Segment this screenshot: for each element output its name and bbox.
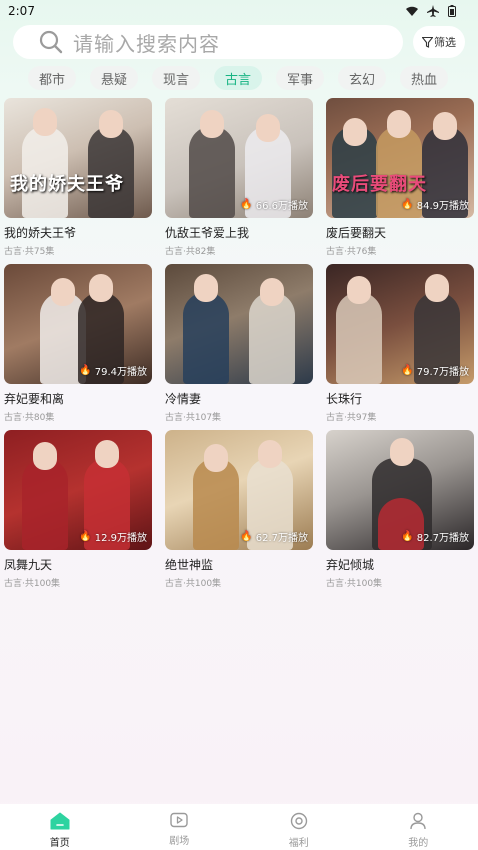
drama-meta: 古言·共100集 xyxy=(326,579,383,589)
play-count: 🔥 82.7万播放 xyxy=(401,531,469,544)
drama-poster[interactable]: 🔥 12.9万播放 xyxy=(4,430,152,550)
category-chip[interactable]: 热血 xyxy=(400,66,448,90)
tab-label: 福利 xyxy=(288,838,309,849)
drama-card[interactable]: 🔥 79.7万播放 长珠行 古言·共97集 xyxy=(326,264,474,423)
drama-meta: 古言·共100集 xyxy=(165,579,222,589)
filter-button[interactable]: 筛选 xyxy=(413,26,465,58)
drama-card[interactable]: 🔥 12.9万播放 凤舞九天 古言·共100集 xyxy=(4,430,152,589)
tab-profile[interactable]: 我的 xyxy=(359,804,478,850)
drama-title: 弃妃倾城 xyxy=(326,558,375,572)
welfare-icon xyxy=(290,812,307,830)
drama-card[interactable]: 废后要翻天 🔥 84.9万播放 废后要翻天 古言·共76集 xyxy=(326,98,474,257)
bottom-tab-bar: 首页 剧场 福利 我的 xyxy=(0,804,478,850)
drama-card[interactable]: 🔥 79.4万播放 弃妃要和离 古言·共80集 xyxy=(4,264,152,423)
drama-meta: 古言·共107集 xyxy=(165,413,222,423)
airplane-icon xyxy=(427,5,439,17)
status-bar: 2:07 xyxy=(0,0,478,22)
flame-icon: 🔥 xyxy=(240,199,253,210)
drama-card[interactable]: 🔥 66.6万播放 仇敌王爷爱上我 古言·共82集 xyxy=(165,98,313,257)
drama-meta: 古言·共100集 xyxy=(4,579,61,589)
flame-icon: 🔥 xyxy=(401,365,414,376)
tab-home[interactable]: 首页 xyxy=(0,804,120,850)
category-chip[interactable]: 都市 xyxy=(28,66,76,90)
tab-welfare[interactable]: 福利 xyxy=(239,804,359,850)
drama-meta: 古言·共80集 xyxy=(4,413,55,423)
flame-icon: 🔥 xyxy=(240,531,253,542)
drama-title: 仇敌王爷爱上我 xyxy=(165,226,250,240)
drama-title: 弃妃要和离 xyxy=(4,392,65,406)
tab-theater[interactable]: 剧场 xyxy=(120,804,240,850)
drama-poster[interactable]: 🔥 xyxy=(165,264,313,384)
drama-title: 我的娇夫王爷 xyxy=(4,226,77,240)
drama-card[interactable]: 我的娇夫王爷 🔥 我的娇夫王爷 古言·共75集 xyxy=(4,98,152,257)
play-count: 🔥 79.7万播放 xyxy=(401,365,469,378)
category-chip[interactable]: 现言 xyxy=(152,66,200,90)
home-icon xyxy=(50,812,70,830)
drama-card[interactable]: 🔥 62.7万播放 绝世神监 古言·共100集 xyxy=(165,430,313,589)
drama-card[interactable]: 🔥 冷情妻 古言·共107集 xyxy=(165,264,313,423)
drama-poster[interactable]: 🔥 79.7万播放 xyxy=(326,264,474,384)
play-count: 🔥 62.7万播放 xyxy=(240,531,308,544)
drama-poster[interactable]: 🔥 62.7万播放 xyxy=(165,430,313,550)
play-count: 🔥 84.9万播放 xyxy=(401,199,469,212)
search-row: 请输入搜索内容 筛选 xyxy=(13,25,465,59)
drama-meta: 古言·共76集 xyxy=(326,247,377,257)
drama-title: 冷情妻 xyxy=(165,392,202,406)
tab-label: 首页 xyxy=(49,838,70,849)
play-count: 🔥 66.6万播放 xyxy=(240,199,308,212)
profile-icon xyxy=(410,812,426,830)
flame-icon: 🔥 xyxy=(79,531,92,542)
category-tabs: 都市 悬疑 现言 古言 军事 玄幻 热血 xyxy=(0,66,478,90)
drama-meta: 古言·共97集 xyxy=(326,413,377,423)
drama-title: 废后要翻天 xyxy=(326,226,387,240)
category-chip[interactable]: 军事 xyxy=(276,66,324,90)
drama-title: 长珠行 xyxy=(326,392,363,406)
category-chip[interactable]: 玄幻 xyxy=(338,66,386,90)
drama-poster[interactable]: 我的娇夫王爷 🔥 xyxy=(4,98,152,218)
drama-title: 绝世神监 xyxy=(165,558,214,572)
tab-label: 剧场 xyxy=(169,836,190,847)
filter-label: 筛选 xyxy=(434,36,456,49)
drama-title: 凤舞九天 xyxy=(4,558,53,572)
tab-label: 我的 xyxy=(408,838,429,849)
drama-poster[interactable]: 🔥 79.4万播放 xyxy=(4,264,152,384)
search-icon xyxy=(39,30,63,54)
category-chip-active[interactable]: 古言 xyxy=(214,66,262,90)
drama-poster[interactable]: 🔥 66.6万播放 xyxy=(165,98,313,218)
poster-title-text: 废后要翻天 xyxy=(332,174,427,195)
drama-poster[interactable]: 废后要翻天 🔥 84.9万播放 xyxy=(326,98,474,218)
drama-meta: 古言·共82集 xyxy=(165,247,216,257)
category-chip[interactable]: 悬疑 xyxy=(90,66,138,90)
flame-icon: 🔥 xyxy=(79,365,92,376)
flame-icon: 🔥 xyxy=(401,531,414,542)
poster-title-text: 我的娇夫王爷 xyxy=(10,174,124,195)
wifi-icon xyxy=(406,6,418,16)
play-count: 🔥 79.4万播放 xyxy=(79,365,147,378)
status-icons xyxy=(406,5,456,17)
filter-icon xyxy=(422,36,433,48)
drama-poster[interactable]: 🔥 82.7万播放 xyxy=(326,430,474,550)
search-input[interactable]: 请输入搜索内容 xyxy=(13,25,403,59)
battery-icon xyxy=(448,5,456,17)
status-time: 2:07 xyxy=(8,4,35,18)
drama-card[interactable]: 🔥 82.7万播放 弃妃倾城 古言·共100集 xyxy=(326,430,474,589)
play-count: 🔥 12.9万播放 xyxy=(79,531,147,544)
search-placeholder: 请输入搜索内容 xyxy=(73,31,220,56)
theater-icon xyxy=(170,812,188,828)
flame-icon: 🔥 xyxy=(401,199,414,210)
drama-meta: 古言·共75集 xyxy=(4,247,55,257)
